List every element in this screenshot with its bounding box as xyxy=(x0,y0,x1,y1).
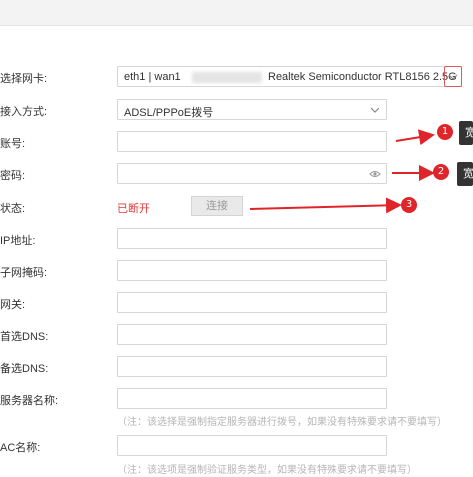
dns1-label: 首选DNS: xyxy=(0,331,49,343)
chevron-down-icon xyxy=(448,74,458,80)
redacted-block xyxy=(192,72,262,83)
password-input[interactable] xyxy=(117,163,387,184)
access-mode-value: ADSL/PPPoE拨号 xyxy=(124,107,214,119)
gateway-row: 网关: xyxy=(0,292,473,314)
ac-row: AC名称: xyxy=(0,435,473,457)
annotation-badge-2: 2 xyxy=(433,164,449,180)
password-row: 密码: xyxy=(0,163,473,185)
nic-value-suffix: Realtek Semiconductor RTL8156 2.5G xyxy=(268,71,457,83)
server-row: 服务器名称: xyxy=(0,388,473,410)
dns2-row: 备选DNS: xyxy=(0,356,473,378)
mask-input[interactable] xyxy=(117,260,387,281)
chevron-down-icon xyxy=(370,107,380,113)
ac-input[interactable] xyxy=(117,435,387,456)
annotation-badge-1: 1 xyxy=(437,124,453,140)
dns2-input[interactable] xyxy=(117,356,387,377)
nic-label: 选择网卡: xyxy=(0,73,48,85)
annotation-badge-3: 3 xyxy=(401,197,417,213)
dns2-label: 备选DNS: xyxy=(0,363,49,375)
ac-note: （注：该选项是强制验证服务类型，如果没有特殊要求请不要填写） xyxy=(117,465,417,476)
dns1-input[interactable] xyxy=(117,324,387,345)
account-label: 账号: xyxy=(0,138,26,150)
account-row: 账号: xyxy=(0,131,473,153)
nic-row: 选择网卡: eth1 | wan1 Realtek Semiconductor … xyxy=(0,66,473,88)
nic-dropdown-toggle[interactable] xyxy=(444,66,462,87)
server-input[interactable] xyxy=(117,388,387,409)
annotation-callout-2: 宽 xyxy=(457,162,473,186)
dns1-row: 首选DNS: xyxy=(0,324,473,346)
password-label: 密码: xyxy=(0,170,26,182)
mask-row: 子网掩码: xyxy=(0,260,473,282)
server-label: 服务器名称: xyxy=(0,395,59,407)
mask-label: 子网掩码: xyxy=(0,267,48,279)
eye-icon[interactable] xyxy=(369,169,381,179)
ac-label: AC名称: xyxy=(0,442,41,454)
status-value: 已断开 xyxy=(117,203,150,215)
ip-input[interactable] xyxy=(117,228,387,249)
access-mode-select[interactable]: ADSL/PPPoE拨号 xyxy=(117,99,387,120)
access-mode-label: 接入方式: xyxy=(0,106,48,118)
access-mode-row: 接入方式: ADSL/PPPoE拨号 xyxy=(0,99,473,121)
status-label: 状态: xyxy=(0,203,26,215)
top-bar xyxy=(0,0,473,26)
gateway-input[interactable] xyxy=(117,292,387,313)
gateway-label: 网关: xyxy=(0,299,26,311)
account-input[interactable] xyxy=(117,131,387,152)
annotation-callout-1: 宽 xyxy=(459,121,473,145)
nic-select[interactable]: eth1 | wan1 Realtek Semiconductor RTL815… xyxy=(117,66,462,87)
ip-row: IP地址: xyxy=(0,228,473,250)
server-note: （注：该选择是强制指定服务器进行拨号，如果没有特殊要求请不要填写） xyxy=(117,417,447,428)
nic-value-prefix: eth1 | wan1 xyxy=(124,71,181,83)
ip-label: IP地址: xyxy=(0,235,36,247)
connect-button[interactable]: 连接 xyxy=(191,196,243,216)
